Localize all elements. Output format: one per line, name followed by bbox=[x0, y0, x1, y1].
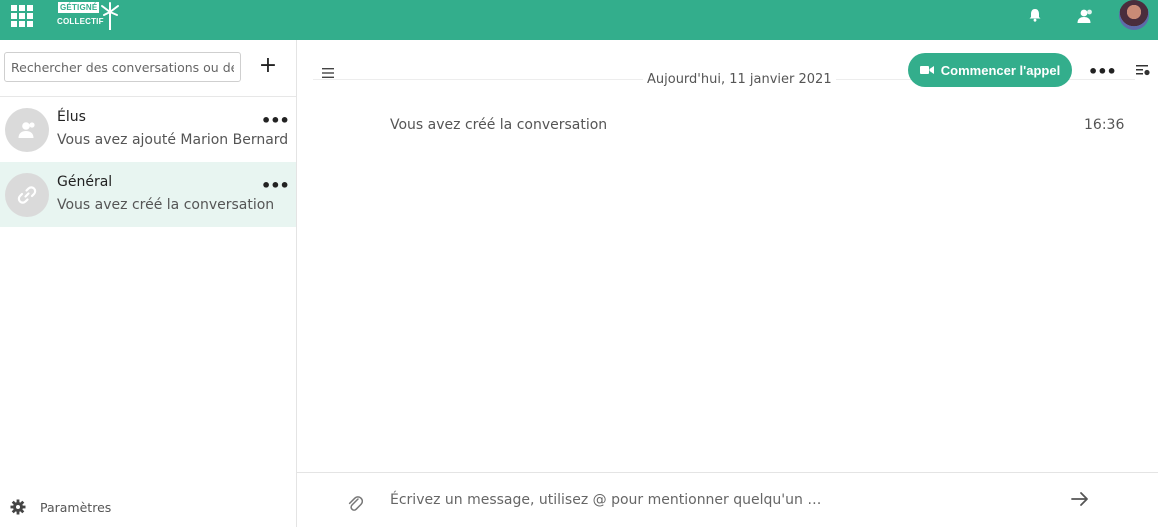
search-input[interactable] bbox=[4, 52, 241, 82]
start-call-button[interactable]: Commencer l'appel bbox=[908, 53, 1072, 87]
conversation-name: Élus bbox=[57, 109, 86, 125]
apps-icon[interactable] bbox=[11, 5, 33, 27]
start-call-label: Commencer l'appel bbox=[940, 62, 1061, 78]
bell-icon[interactable] bbox=[1028, 8, 1042, 22]
more-icon[interactable]: ••• bbox=[261, 176, 290, 195]
conversation-name: Général bbox=[57, 174, 113, 190]
conversation-last-message: Vous avez ajouté Marion Bernard bbox=[57, 132, 289, 148]
message-time: 16:36 bbox=[1084, 117, 1125, 133]
contacts-icon[interactable] bbox=[1076, 8, 1094, 24]
settings-label: Paramètres bbox=[40, 499, 112, 515]
logo-bottom-text: COLLECTIF bbox=[57, 17, 104, 26]
date-separator: Aujourd'hui, 11 janvier 2021 bbox=[643, 72, 836, 87]
palm-icon bbox=[101, 2, 119, 30]
conversation-item-elus[interactable]: Élus Vous avez ajouté Marion Bernard ••• bbox=[0, 97, 296, 162]
settings-button[interactable]: Paramètres bbox=[10, 499, 111, 515]
logo[interactable]: GÉTIGNÉ COLLECTIF bbox=[56, 2, 122, 30]
menu-icon[interactable] bbox=[321, 67, 335, 79]
gear-icon bbox=[10, 499, 26, 515]
message-input[interactable]: Écrivez un message, utilisez @ pour ment… bbox=[390, 492, 821, 508]
video-camera-icon bbox=[919, 66, 934, 74]
sidebar-toggle-icon[interactable] bbox=[1135, 63, 1151, 77]
composer-divider bbox=[297, 472, 1158, 473]
more-icon[interactable]: ••• bbox=[1088, 62, 1117, 81]
paperclip-icon[interactable] bbox=[347, 494, 363, 512]
add-conversation-button[interactable]: + bbox=[256, 55, 280, 79]
conversation-item-general[interactable]: Général Vous avez créé la conversation •… bbox=[0, 162, 296, 227]
top-header: GÉTIGNÉ COLLECTIF bbox=[0, 0, 1158, 40]
group-icon bbox=[5, 108, 49, 152]
more-icon[interactable]: ••• bbox=[261, 111, 290, 130]
conversations-sidebar: + Élus Vous avez ajouté Marion Bernard •… bbox=[0, 40, 297, 527]
conversation-last-message: Vous avez créé la conversation bbox=[57, 197, 275, 213]
chat-panel: Aujourd'hui, 11 janvier 2021 Commencer l… bbox=[297, 40, 1158, 527]
user-avatar[interactable] bbox=[1119, 0, 1149, 30]
link-icon bbox=[5, 173, 49, 217]
system-message: Vous avez créé la conversation bbox=[390, 117, 608, 133]
logo-top-text: GÉTIGNÉ bbox=[58, 2, 100, 13]
send-arrow-icon[interactable] bbox=[1071, 491, 1089, 507]
